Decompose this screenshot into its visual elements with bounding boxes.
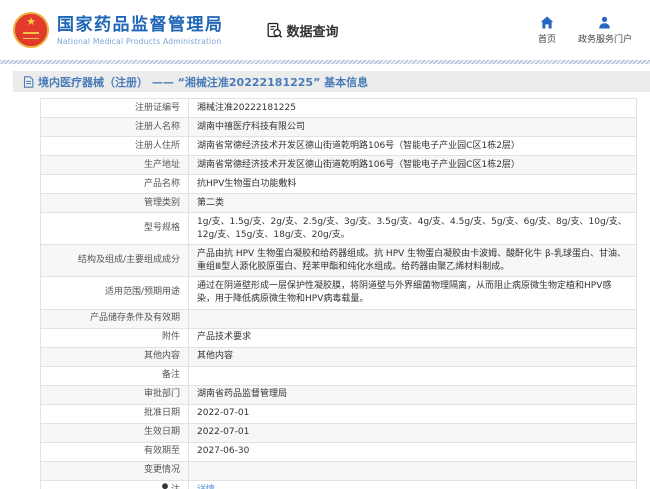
user-icon (598, 16, 611, 29)
nav-data-query-label: 数据查询 (287, 21, 339, 40)
row-label: 注册人住所 (41, 137, 189, 156)
row-label: 型号规格 (41, 213, 189, 245)
row-value: 湖南省常德经济技术开发区德山街道乾明路106号（智能电子产业园C区1栋2层） (189, 137, 637, 156)
row-label: 产品储存条件及有效期 (41, 309, 189, 328)
table-row: 适用范围/预期用途 通过在阴道壁形成一层保护性凝胶膜，将阴道壁与外界细菌物理隔离… (41, 277, 637, 309)
row-value: 湖南省常德经济技术开发区德山街道乾明路106号（智能电子产业园C区1栋2层） (189, 156, 637, 175)
main-content: 境内医疗器械（注册） —— “湘械注准20222181225” 基本信息 注册证… (0, 64, 650, 489)
emblem-star-icon: ★ (15, 16, 47, 27)
row-value: 湖南省药品监督管理局 (189, 385, 637, 404)
row-label: 管理类别 (41, 194, 189, 213)
row-value: 通过在阴道壁形成一层保护性凝胶膜，将阴道壁与外界细菌物理隔离，从而阻止病原微生物… (189, 277, 637, 309)
row-value (189, 309, 637, 328)
row-label: 审批部门 (41, 385, 189, 404)
home-icon (540, 16, 554, 29)
row-value: 抗HPV生物蛋白功能敷料 (189, 175, 637, 194)
agency-name-en: National Medical Products Administration (57, 37, 224, 46)
table-row-note: 注 详情 (41, 480, 637, 489)
table-row: 注册证编号 湘械注准20222181225 (41, 99, 637, 118)
row-label: 有效期至 (41, 442, 189, 461)
emblem-gate-icon (23, 32, 39, 39)
table-row: 生效日期 2022-07-01 (41, 423, 637, 442)
row-label: 其他内容 (41, 347, 189, 366)
document-search-icon (266, 22, 283, 39)
section-title-bar: 境内医疗器械（注册） —— “湘械注准20222181225” 基本信息 (13, 71, 650, 92)
row-label: 生效日期 (41, 423, 189, 442)
info-table: 注册证编号 湘械注准20222181225 注册人名称 湖南中禧医疗科技有限公司… (40, 98, 637, 489)
nav-data-query[interactable]: 数据查询 (266, 21, 339, 40)
table-row: 有效期至 2027-06-30 (41, 442, 637, 461)
table-row: 注册人名称 湖南中禧医疗科技有限公司 (41, 118, 637, 137)
table-row: 型号规格 1g/支、1.5g/支、2g/支、2.5g/支、3g/支、3.5g/支… (41, 213, 637, 245)
row-value (189, 366, 637, 385)
header-right: 首页 政务服务门户 (538, 16, 632, 45)
row-value: 产品由抗 HPV 生物蛋白凝胶和给药器组成。抗 HPV 生物蛋白凝胶由卡波姆、酸… (189, 245, 637, 277)
nmpa-logo[interactable]: ★ 国家药品监督管理局 National Medical Products Ad… (13, 12, 224, 48)
pin-icon (161, 483, 169, 489)
table-row: 其他内容 其他内容 (41, 347, 637, 366)
row-value: 2027-06-30 (189, 442, 637, 461)
portal-link[interactable]: 政务服务门户 (578, 16, 632, 45)
site-header: ★ 国家药品监督管理局 National Medical Products Ad… (0, 0, 650, 60)
row-label: 结构及组成/主要组成成分 (41, 245, 189, 277)
row-value: 其他内容 (189, 347, 637, 366)
table-row: 审批部门 湖南省药品监督管理局 (41, 385, 637, 404)
table-row: 附件 产品技术要求 (41, 328, 637, 347)
table-row: 管理类别 第二类 (41, 194, 637, 213)
row-label: 附件 (41, 328, 189, 347)
row-value: 湘械注准20222181225 (189, 99, 637, 118)
note-label: 注 (171, 485, 180, 489)
table-row: 产品储存条件及有效期 (41, 309, 637, 328)
row-value: 2022-07-01 (189, 404, 637, 423)
row-value: 2022-07-01 (189, 423, 637, 442)
agency-name-cn: 国家药品监督管理局 (57, 15, 224, 35)
table-row: 批准日期 2022-07-01 (41, 404, 637, 423)
row-value: 湖南中禧医疗科技有限公司 (189, 118, 637, 137)
row-label: 批准日期 (41, 404, 189, 423)
portal-label: 政务服务门户 (578, 32, 632, 45)
note-details-link[interactable]: 详情 (197, 485, 215, 489)
table-row: 备注 (41, 366, 637, 385)
info-table-body: 注册证编号 湘械注准20222181225 注册人名称 湖南中禧医疗科技有限公司… (41, 99, 637, 489)
table-row: 产品名称 抗HPV生物蛋白功能敷料 (41, 175, 637, 194)
row-label: 变更情况 (41, 461, 189, 480)
row-label: 注 (41, 480, 189, 489)
table-row: 结构及组成/主要组成成分 产品由抗 HPV 生物蛋白凝胶和给药器组成。抗 HPV… (41, 245, 637, 277)
row-label: 生产地址 (41, 156, 189, 175)
row-label: 产品名称 (41, 175, 189, 194)
row-label: 备注 (41, 366, 189, 385)
document-icon (23, 76, 34, 88)
table-row: 变更情况 (41, 461, 637, 480)
table-row: 生产地址 湖南省常德经济技术开发区德山街道乾明路106号（智能电子产业园C区1栋… (41, 156, 637, 175)
row-value: 1g/支、1.5g/支、2g/支、2.5g/支、3g/支、3.5g/支、4g/支… (189, 213, 637, 245)
row-label: 适用范围/预期用途 (41, 277, 189, 309)
page-title: 境内医疗器械（注册） —— “湘械注准20222181225” 基本信息 (38, 74, 368, 90)
home-link[interactable]: 首页 (538, 16, 556, 45)
row-label: 注册证编号 (41, 99, 189, 118)
row-label: 注册人名称 (41, 118, 189, 137)
row-value: 产品技术要求 (189, 328, 637, 347)
row-value: 详情 (189, 480, 637, 489)
row-value: 第二类 (189, 194, 637, 213)
home-label: 首页 (538, 32, 556, 45)
national-emblem-icon: ★ (13, 12, 49, 48)
table-row: 注册人住所 湖南省常德经济技术开发区德山街道乾明路106号（智能电子产业园C区1… (41, 137, 637, 156)
agency-title: 国家药品监督管理局 National Medical Products Admi… (57, 15, 224, 46)
row-value (189, 461, 637, 480)
